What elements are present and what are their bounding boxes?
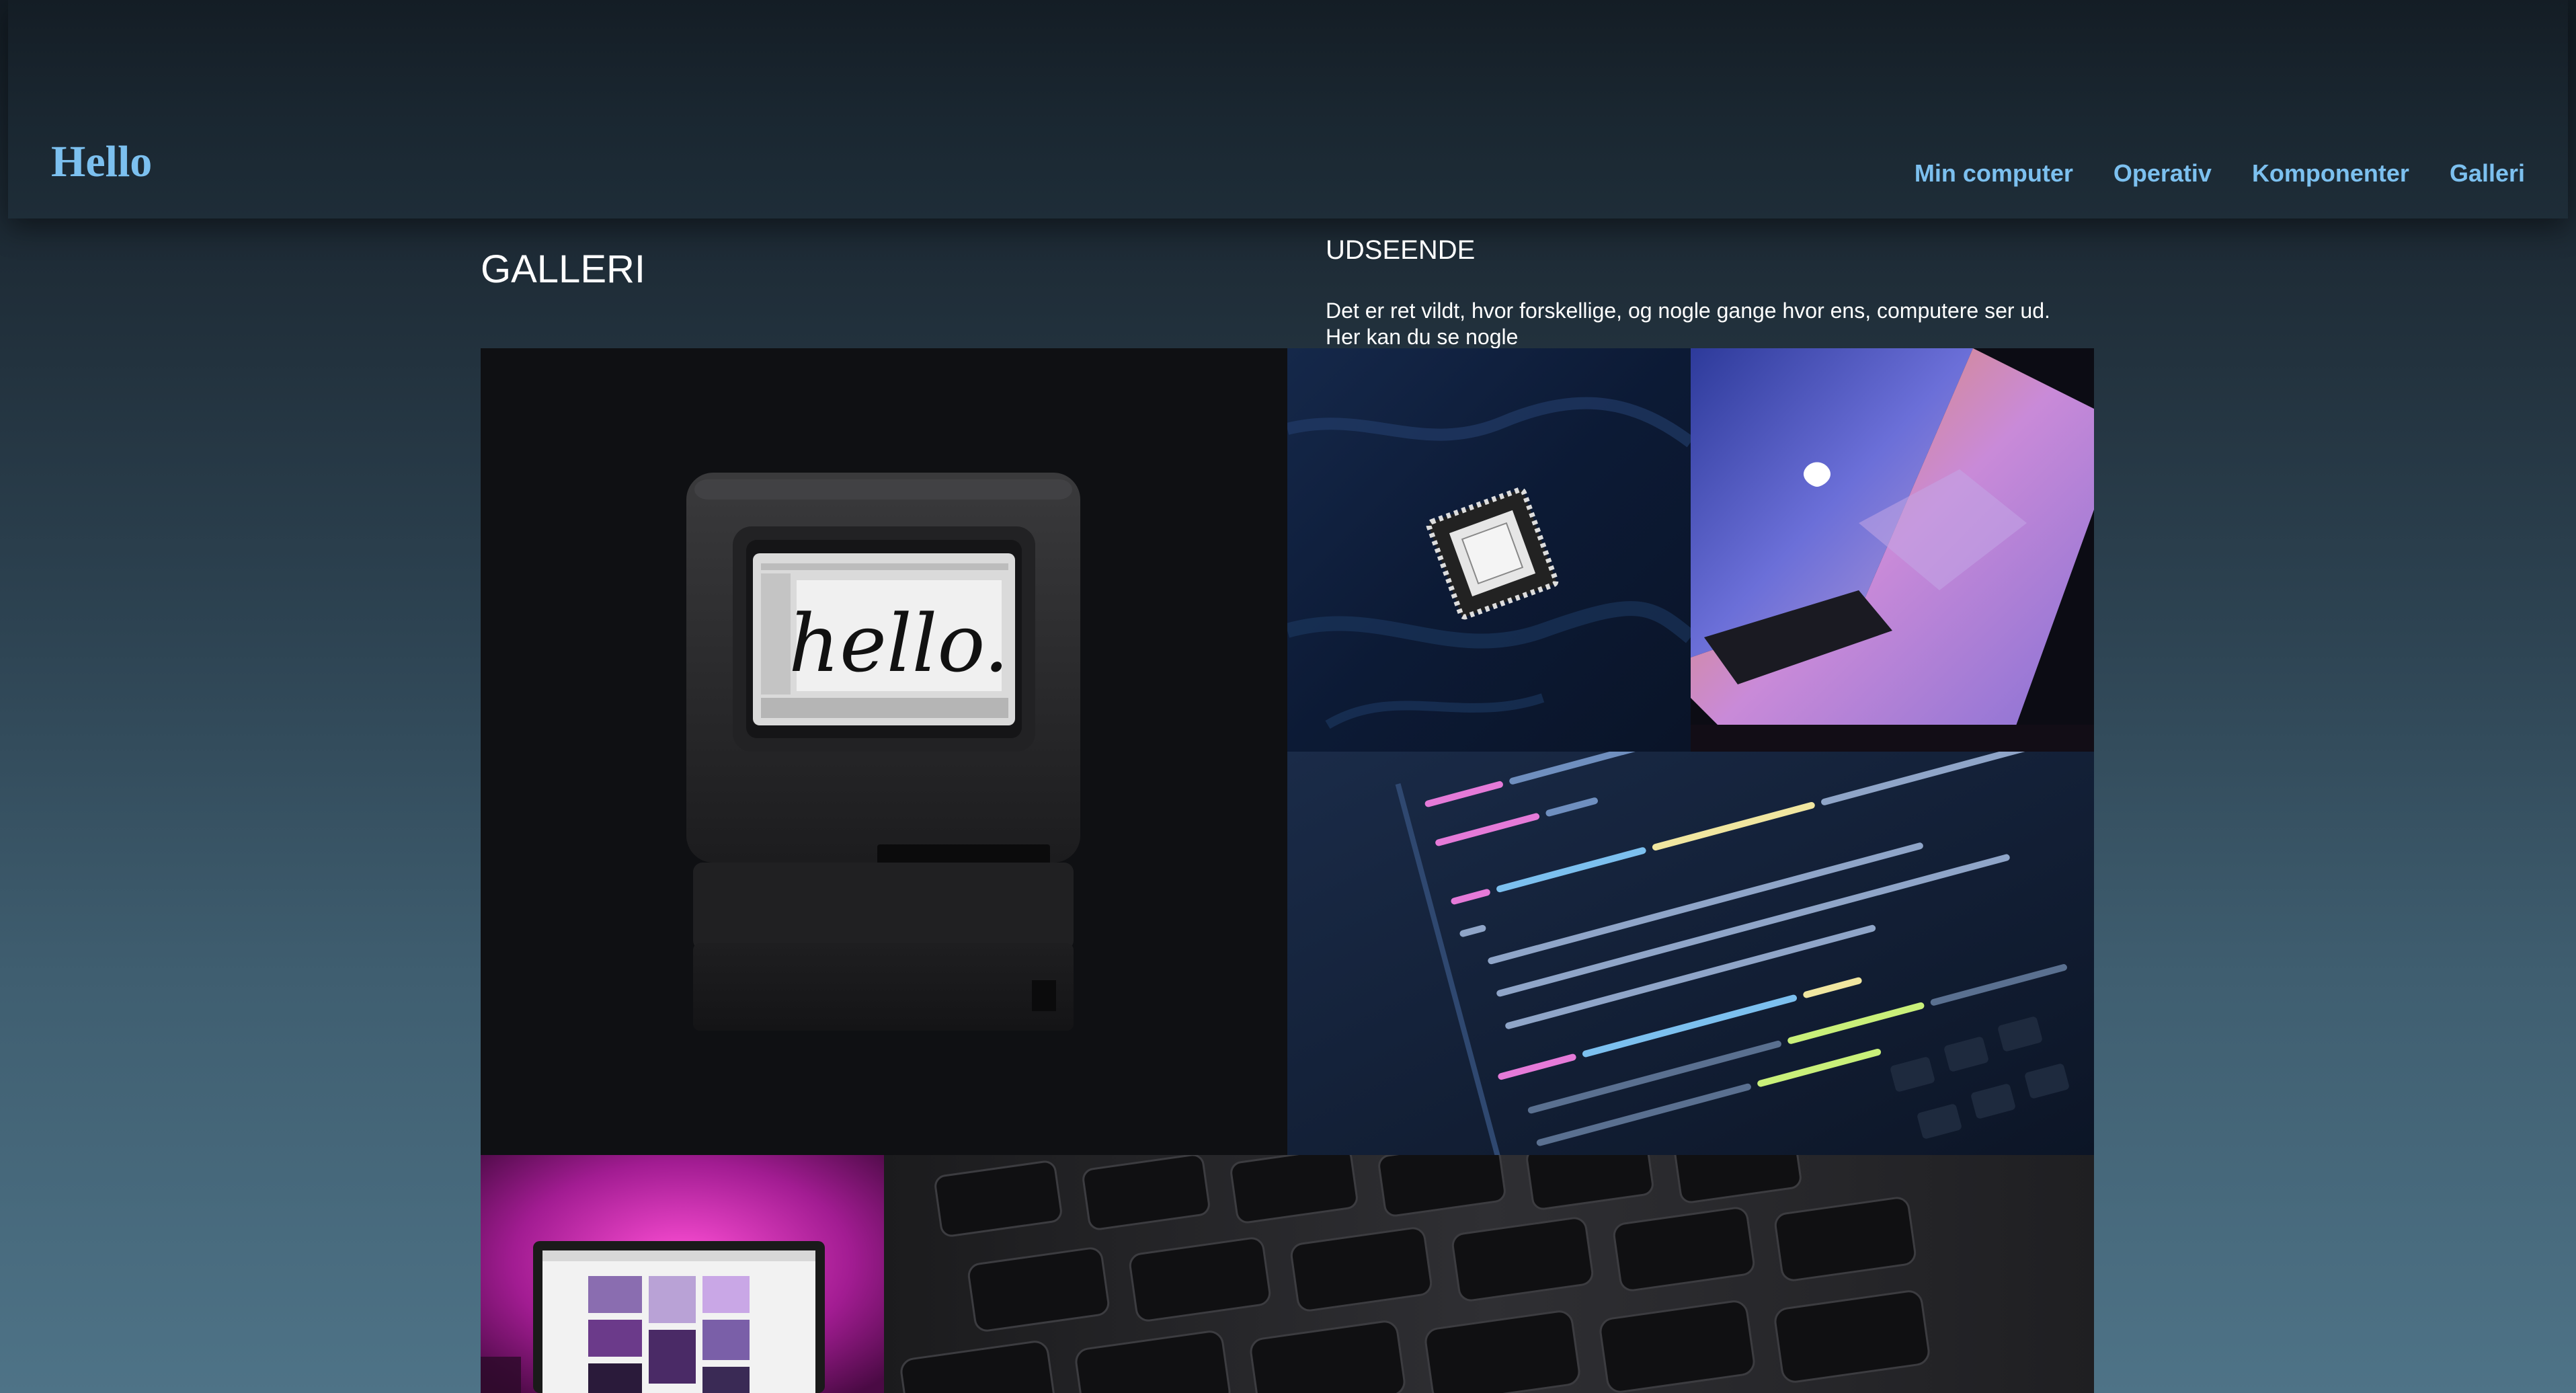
nav-link-min-computer[interactable]: Min computer bbox=[1915, 161, 2073, 186]
description-line: Det er ret vildt, hvor forskellige, og n… bbox=[1326, 298, 2050, 323]
main-nav: Min computer Operativ Komponenter Galler… bbox=[1915, 161, 2525, 186]
laptop-illustration bbox=[1691, 348, 2094, 752]
nav-link-galleri[interactable]: Galleri bbox=[2450, 161, 2525, 186]
gallery-image-laptop[interactable] bbox=[1691, 348, 2094, 752]
site-header: Hello Min computer Operativ Komponenter … bbox=[8, 0, 2568, 218]
gallery-image-keyboard[interactable] bbox=[884, 1155, 2094, 1393]
cpu-chip-illustration bbox=[1287, 348, 1691, 752]
gallery-image-code-screen[interactable] bbox=[1287, 752, 2094, 1155]
site-logo[interactable]: Hello bbox=[51, 140, 152, 184]
description-line: Her kan du se nogle bbox=[1326, 325, 1519, 349]
code-screen-illustration bbox=[1287, 752, 2094, 1155]
nav-link-operativ[interactable]: Operativ bbox=[2114, 161, 2212, 186]
gallery-image-cpu-chip[interactable] bbox=[1287, 348, 1691, 752]
page-title: GALLERI bbox=[481, 247, 645, 291]
screen-hello-text: hello. bbox=[789, 597, 1009, 690]
section-description: Det er ret vildt, hvor forskellige, og n… bbox=[1326, 298, 2099, 350]
gallery-image-pink-laptop[interactable] bbox=[481, 1155, 884, 1393]
keyboard-illustration bbox=[884, 1155, 2094, 1393]
vintage-computer-illustration: hello. bbox=[481, 348, 1287, 1155]
pink-laptop-illustration bbox=[481, 1155, 884, 1393]
gallery-image-vintage-computer[interactable]: hello. bbox=[481, 348, 1287, 1155]
section-heading: UDSEENDE bbox=[1326, 235, 1476, 265]
nav-link-komponenter[interactable]: Komponenter bbox=[2252, 161, 2409, 186]
